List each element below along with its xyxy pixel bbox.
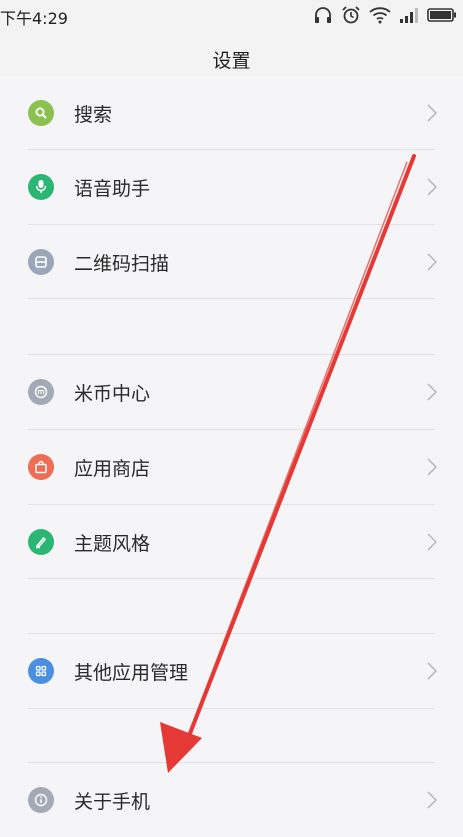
headphones-icon <box>313 6 333 24</box>
page-title: 设置 <box>212 50 251 72</box>
chevron-right-icon <box>427 178 437 196</box>
settings-item-search[interactable]: 搜索 <box>0 76 463 150</box>
settings-item-label: 米币中心 <box>74 383 151 405</box>
chevron-right-icon <box>427 791 437 809</box>
settings-item-label: 关于手机 <box>74 791 151 813</box>
divider <box>28 578 435 579</box>
settings-item-app-store[interactable]: 应用商店 <box>0 430 463 504</box>
wifi-icon <box>369 6 391 24</box>
chevron-right-icon <box>427 104 437 122</box>
brush-icon <box>28 529 54 555</box>
settings-item-label: 搜索 <box>74 104 113 126</box>
settings-item-about-phone[interactable]: 关于手机 <box>0 763 463 837</box>
settings-item-mi-coin-center[interactable]: 米币中心 <box>0 355 463 429</box>
status-bar: 下午4:29 <box>0 0 463 30</box>
apps-grid-icon <box>28 658 54 684</box>
chevron-right-icon <box>427 383 437 401</box>
settings-item-label: 应用商店 <box>74 458 151 480</box>
qr-scan-icon <box>28 249 54 275</box>
status-time: 下午4:29 <box>0 9 68 28</box>
settings-item-other-app-management[interactable]: 其他应用管理 <box>0 634 463 708</box>
settings-item-label: 语音助手 <box>74 178 151 200</box>
divider <box>28 298 435 299</box>
signal-icon <box>399 7 419 23</box>
settings-item-label: 主题风格 <box>74 533 151 555</box>
settings-item-qr-scan[interactable]: 二维码扫描 <box>0 225 463 299</box>
alarm-icon <box>341 5 361 25</box>
microphone-icon <box>28 174 54 200</box>
shopping-bag-icon <box>28 454 54 480</box>
chevron-right-icon <box>427 533 437 551</box>
status-icons <box>313 4 457 26</box>
chevron-right-icon <box>427 662 437 680</box>
settings-item-label: 其他应用管理 <box>74 662 189 684</box>
settings-item-theme-style[interactable]: 主题风格 <box>0 505 463 579</box>
settings-item-voice-assistant[interactable]: 语音助手 <box>0 150 463 224</box>
search-icon <box>28 100 54 126</box>
chevron-right-icon <box>427 253 437 271</box>
battery-icon <box>427 8 457 22</box>
settings-item-label: 二维码扫描 <box>74 253 170 275</box>
info-icon <box>28 787 54 813</box>
mi-coin-icon <box>28 379 54 405</box>
divider <box>28 708 435 709</box>
chevron-right-icon <box>427 458 437 476</box>
